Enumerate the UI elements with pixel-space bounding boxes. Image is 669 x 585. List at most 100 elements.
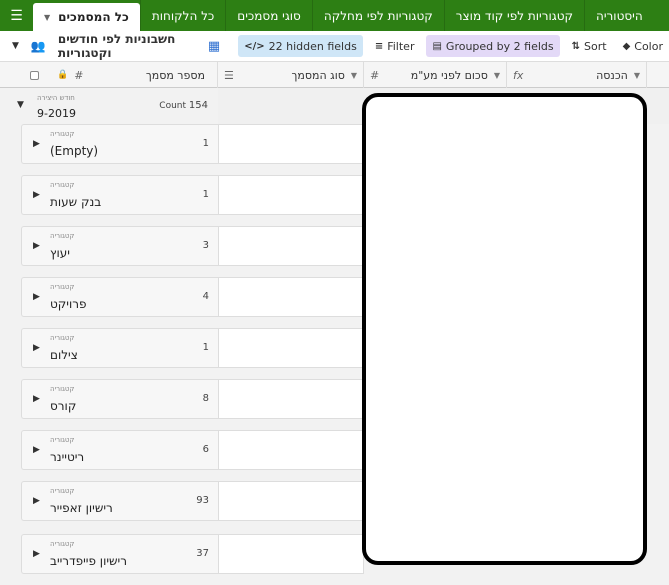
select-all-checkbox[interactable] [30,70,39,80]
column-header-doc-type[interactable]: ☰ סוג המסמך ▼ [218,62,364,88]
sort-label: Sort [584,39,607,53]
group-count: 4 [202,291,209,302]
group-row[interactable]: ▶ קטגוריה קורס 8 [21,379,219,419]
chevron-down-icon[interactable]: ▼ [494,71,500,80]
column-label: הכנסה [596,68,628,82]
chevron-down-icon[interactable]: ▼ [351,71,357,80]
column-header-doc-number[interactable]: 🔒 # מספר מסמך [0,62,218,88]
group-row[interactable]: ▶ קטגוריה (Empty) 1 [21,124,219,164]
expand-triangle-icon[interactable]: ▶ [33,343,40,353]
group-row-cell [218,328,364,368]
group-count: 1 [202,342,209,353]
group-value: צילום [50,348,78,362]
column-label: מספר מסמך [145,68,205,82]
tab-label: קטגוריות לפי קוד מוצר [455,8,573,23]
expand-triangle-icon[interactable]: ▶ [33,241,40,251]
filter-button[interactable]: ≡ Filter [369,35,421,57]
single-select-icon: ☰ [224,68,234,82]
group-row[interactable]: ▶ קטגוריה ריטיינר 6 [21,430,219,470]
sort-icon: ⇅ [571,40,580,52]
tab-label: קטגוריות לפי מחלקה [323,8,433,23]
number-field-icon: # [370,68,380,82]
tab-label: סוגי מסמכים [237,8,301,23]
group-count: 6 [202,444,209,455]
group-field-label: חודש היצירה [37,94,75,102]
tab-label: כל המסמכים [58,10,129,24]
collapse-triangle-icon[interactable]: ▼ [17,100,24,110]
group-row-cell [218,175,364,215]
tab-label: כל הלקוחות [151,8,215,23]
tab-document-types[interactable]: סוגי מסמכים [225,0,312,31]
column-header-amount[interactable]: # סכום לפני מע"מ ▼ [364,62,507,88]
group-value: (Empty) [50,144,99,158]
group-field-label: קטגוריה [50,130,75,138]
group-count: 1 [202,189,209,200]
column-header-row: 🔒 # מספר מסמך ☰ סוג המסמך ▼ # סכום לפני … [0,62,669,88]
tab-all-customers[interactable]: כל הלקוחות [139,0,225,31]
group-row[interactable]: ▶ קטגוריה רישיון פייפדרייב 37 [21,534,219,574]
view-switcher[interactable]: ▼ 👥 חשבוניות לפי חודשים וקטגוריות ▦ [0,32,220,60]
color-button[interactable]: ◆ Color [617,35,669,57]
redaction-overlay [362,93,647,565]
expand-triangle-icon[interactable]: ▶ [33,496,40,506]
tab-bar: ☰ ▼ כל המסמכים כל הלקוחות סוגי מסמכים קט… [0,0,669,31]
group-row[interactable]: ▶ קטגוריה פרויקט 4 [21,277,219,317]
group-row[interactable]: ▶ קטגוריה צילום 1 [21,328,219,368]
group-field-label: קטגוריה [50,283,75,291]
group-icon: ▤ [432,40,442,52]
group-value: יעוץ [50,246,70,260]
lock-icon: 🔒 [57,70,69,80]
expand-triangle-icon[interactable]: ▶ [33,190,40,200]
expand-triangle-icon[interactable]: ▶ [33,445,40,455]
right-strip [645,124,669,585]
view-toolbar: ▼ 👥 חשבוניות לפי חודשים וקטגוריות ▦ </> … [0,31,669,62]
group-count: 3 [202,240,209,251]
group-row-cell [218,379,364,419]
tab-label: היסטוריה [596,8,643,23]
group-count: Count 154 [159,100,208,111]
column-label: סוג המסמך [291,68,345,82]
group-value: 9-2019 [37,107,76,120]
eye-slash-icon: </> [244,40,265,52]
chevron-down-icon[interactable]: ▼ [12,41,19,51]
group-count: 93 [196,495,209,506]
hidden-fields-label: 22 hidden fields [268,39,357,53]
view-name[interactable]: חשבוניות לפי חודשים וקטגוריות [58,32,202,60]
hamburger-menu-icon[interactable]: ☰ [0,0,33,31]
group-field-label: קטגוריה [50,436,75,444]
sort-button[interactable]: ⇅ Sort [566,35,613,57]
group-value: רישיון פייפדרייב [50,554,127,568]
column-header-income[interactable]: fx הכנסה ▼ [507,62,647,88]
expand-triangle-icon[interactable]: ▶ [33,139,40,149]
chevron-down-icon[interactable]: ▼ [44,13,50,22]
formula-icon: fx [513,68,524,82]
group-button[interactable]: ▤ Grouped by 2 fields [426,35,560,57]
group-header-month[interactable]: ▼ חודש היצירה 9-2019 Count 154 [8,90,218,124]
group-row-cell [218,124,364,164]
group-value: קורס [50,399,77,413]
group-field-label: קטגוריה [50,540,75,548]
chevron-down-icon[interactable]: ▼ [634,71,640,80]
group-field-label: קטגוריה [50,385,75,393]
tab-history[interactable]: היסטוריה [584,0,654,31]
grid-view-icon: ▦ [207,38,221,54]
collaborators-icon[interactable]: 👥 [31,39,46,53]
group-row[interactable]: ▶ קטגוריה רישיון זאפייר 93 [21,481,219,521]
group-row-cell [218,277,364,317]
hidden-fields-button[interactable]: </> 22 hidden fields [238,35,363,57]
paint-bucket-icon: ◆ [622,40,631,52]
tab-categories-by-department[interactable]: קטגוריות לפי מחלקה [311,0,444,31]
tab-all-documents[interactable]: ▼ כל המסמכים [33,3,140,31]
group-row[interactable]: ▶ קטגוריה יעוץ 3 [21,226,219,266]
group-count: 8 [202,393,209,404]
group-value: בנק שעות [50,195,102,209]
expand-triangle-icon[interactable]: ▶ [33,549,40,559]
expand-triangle-icon[interactable]: ▶ [33,292,40,302]
expand-triangle-icon[interactable]: ▶ [33,394,40,404]
group-row[interactable]: ▶ קטגוריה בנק שעות 1 [21,175,219,215]
group-field-label: קטגוריה [50,232,75,240]
column-label: סכום לפני מע"מ [410,68,488,82]
number-field-icon: # [74,68,84,82]
tab-categories-by-product-code[interactable]: קטגוריות לפי קוד מוצר [443,0,584,31]
filter-label: Filter [387,39,415,53]
